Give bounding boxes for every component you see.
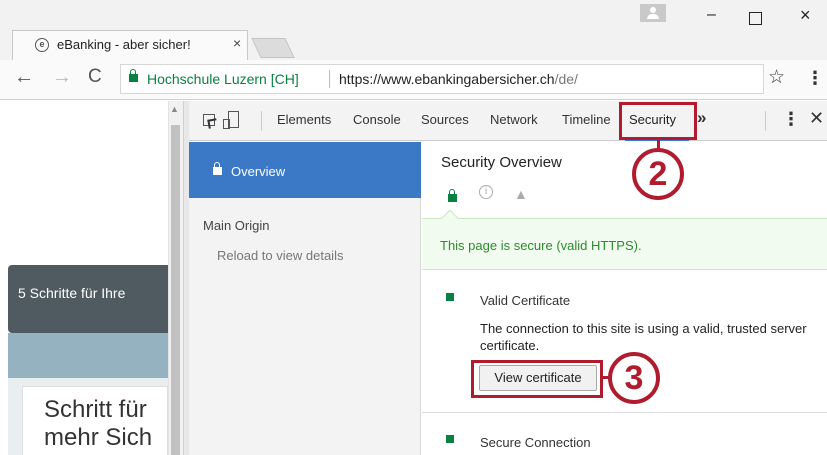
url-text[interactable]: https://www.ebankingabersicher.ch/de/ (339, 71, 578, 87)
page-heading: Schritt für mehr Sich (44, 396, 153, 451)
tab-elements[interactable]: Elements (277, 112, 331, 127)
devtools-close-button[interactable]: ✕ (809, 108, 824, 129)
device-toolbar-icon[interactable] (223, 111, 239, 129)
scrollbar-thumb[interactable] (171, 125, 180, 455)
navigation-bar: ← → C Hochschule Luzern [CH] https://www… (0, 60, 827, 100)
maximize-button[interactable] (749, 12, 762, 25)
close-window-button[interactable]: × (800, 5, 811, 26)
web-page: 5 Schritte für Ihre Schritt für mehr Sic… (0, 101, 168, 455)
connection-status-icon (446, 435, 454, 443)
profile-button[interactable] (640, 4, 666, 22)
banner-text: 5 Schritte für Ihre (18, 285, 126, 301)
title-bar: e eBanking - aber sicher! × – × (0, 0, 827, 60)
info-icon: i (479, 185, 493, 199)
toolbar-divider (261, 111, 262, 131)
address-bar[interactable]: Hochschule Luzern [CH] https://www.ebank… (120, 64, 764, 94)
security-overview-panel: Security Overview i ▲ This page is secur… (422, 142, 827, 455)
secure-lock-icon (448, 189, 457, 202)
person-icon (650, 7, 656, 13)
tab-console[interactable]: Console (353, 112, 401, 127)
scroll-up-arrow-icon[interactable]: ▲ (170, 104, 179, 114)
browser-menu-button[interactable]: ⋮ (806, 68, 824, 89)
toolbar-divider (765, 111, 766, 131)
back-button[interactable]: ← (14, 66, 34, 89)
ev-certificate-name[interactable]: Hochschule Luzern [CH] (147, 71, 299, 87)
new-tab-button[interactable] (251, 38, 295, 58)
step-2-badge: 2 (632, 148, 684, 200)
tab-close-button[interactable]: × (233, 35, 241, 51)
sidebar-item-label: Overview (231, 164, 286, 179)
forward-button[interactable]: → (52, 66, 72, 89)
reload-button[interactable]: C (88, 66, 102, 88)
security-summary-banner: This page is secure (valid HTTPS). (422, 218, 827, 270)
tab-title: eBanking - aber sicher! (57, 37, 191, 52)
minimize-button[interactable]: – (707, 6, 716, 24)
page-title: Security Overview (441, 154, 562, 171)
security-sidebar: Overview Main Origin Reload to view deta… (189, 142, 421, 455)
connection-title: Secure Connection (480, 435, 591, 450)
devtools-panel: Elements Console Sources Network Timelin… (189, 101, 827, 455)
warning-icon: ▲ (514, 186, 528, 202)
lock-icon (213, 162, 222, 175)
url-divider (329, 70, 330, 88)
devtools-tab-bar: Elements Console Sources Network Timelin… (189, 101, 827, 141)
devtools-menu-button[interactable]: ⋮ (782, 109, 800, 130)
sidebar-item-overview[interactable]: Overview (189, 142, 421, 198)
tab-timeline[interactable]: Timeline (562, 112, 611, 127)
section-divider (422, 412, 827, 413)
browser-tab[interactable]: e eBanking - aber sicher! × (12, 30, 248, 60)
sidebar-item-reload-details[interactable]: Reload to view details (217, 248, 343, 263)
certificate-title: Valid Certificate (480, 293, 571, 308)
certificate-description: The connection to this site is using a v… (480, 321, 807, 353)
annotation-connector (657, 140, 660, 148)
view-certificate-highlight (471, 360, 603, 398)
page-image-band (8, 333, 168, 378)
bookmark-star-icon[interactable]: ☆ (768, 66, 785, 89)
lock-icon[interactable] (129, 69, 138, 82)
tab-network[interactable]: Network (490, 112, 538, 127)
more-tabs-icon[interactable]: » (697, 108, 706, 128)
inspect-element-icon[interactable] (203, 114, 215, 126)
step-3-badge: 3 (608, 352, 660, 404)
main-origin-heading: Main Origin (203, 218, 270, 233)
tab-sources[interactable]: Sources (421, 112, 469, 127)
page-banner[interactable]: 5 Schritte für Ihre (8, 265, 168, 333)
certificate-status-icon (446, 293, 454, 301)
security-tab-highlight (619, 102, 697, 140)
security-summary-text: This page is secure (valid HTTPS). (440, 238, 642, 253)
globe-icon: e (35, 38, 49, 52)
